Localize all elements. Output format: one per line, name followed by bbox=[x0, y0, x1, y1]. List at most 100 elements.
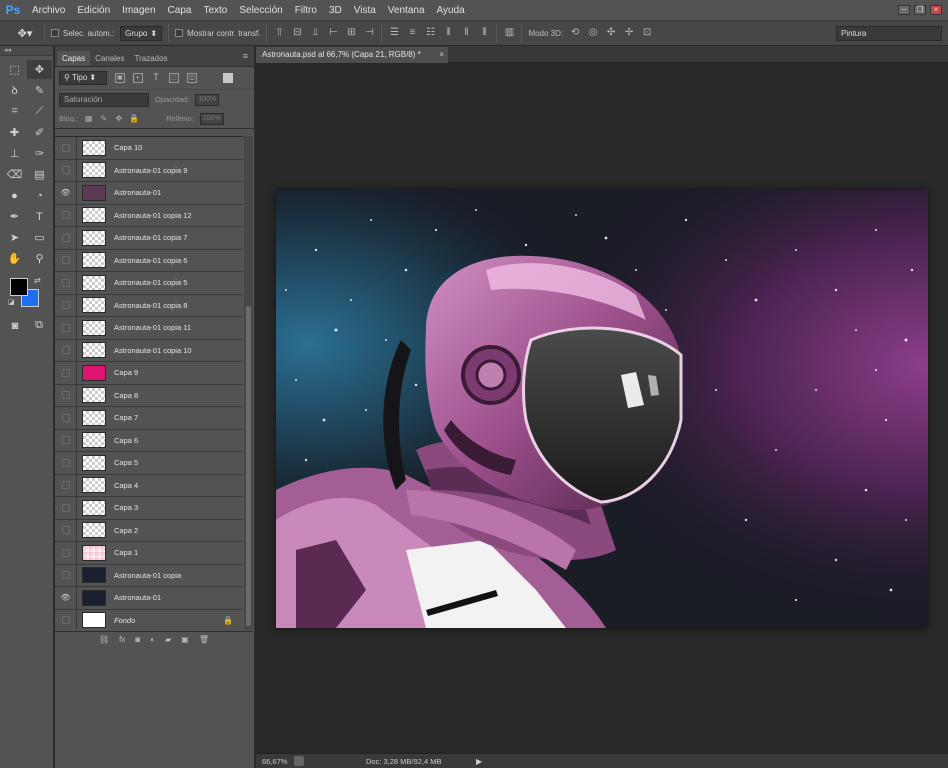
visibility-box[interactable] bbox=[61, 166, 70, 175]
eye-icon[interactable]: 👁 bbox=[55, 586, 77, 609]
close-icon[interactable]: × bbox=[930, 5, 942, 15]
visibility-toggle[interactable] bbox=[55, 384, 77, 407]
filter-type-select[interactable]: ⚲ Tipo ⬍ bbox=[59, 71, 107, 85]
visibility-box[interactable] bbox=[61, 323, 70, 332]
tab-channels[interactable]: Canales bbox=[90, 51, 129, 66]
history-brush-tool-icon[interactable]: ✑ bbox=[27, 144, 52, 163]
menu-item[interactable]: Vista bbox=[348, 0, 382, 21]
dodge-tool-icon[interactable]: ◔ bbox=[27, 186, 52, 205]
layer-row[interactable]: Astronauta-01 copia 6 bbox=[55, 249, 243, 272]
gradient-tool-icon[interactable]: ▤ bbox=[27, 165, 52, 184]
layer-thumbnail[interactable] bbox=[82, 589, 106, 606]
new-adjustment-icon[interactable]: ◐ bbox=[150, 635, 155, 644]
quick-selection-tool-icon[interactable]: ✎ bbox=[27, 81, 52, 100]
filter-shape-icon[interactable]: ⬚ bbox=[169, 73, 179, 83]
align-left-icon[interactable]: ⊢ bbox=[327, 27, 339, 39]
layer-thumbnail[interactable] bbox=[82, 297, 106, 314]
layer-style-icon[interactable]: fx bbox=[119, 635, 125, 644]
screen-mode-icon[interactable]: ⧉ bbox=[32, 316, 46, 335]
visibility-toggle[interactable] bbox=[55, 226, 77, 249]
rectangle-tool-icon[interactable]: ▭ bbox=[27, 228, 52, 247]
visibility-toggle[interactable] bbox=[55, 541, 77, 564]
visibility-box[interactable] bbox=[61, 368, 70, 377]
layer-thumbnail[interactable] bbox=[82, 499, 106, 516]
visibility-toggle[interactable] bbox=[55, 204, 77, 227]
visibility-toggle[interactable] bbox=[55, 519, 77, 542]
visibility-box[interactable] bbox=[61, 278, 70, 287]
distribute-left-icon[interactable]: ⦀ bbox=[442, 27, 454, 39]
auto-select-checkbox[interactable]: Selec. autom.: bbox=[51, 29, 114, 38]
layer-row[interactable]: Capa 3 bbox=[55, 496, 243, 520]
visibility-box[interactable] bbox=[61, 143, 70, 152]
type-tool-icon[interactable]: T bbox=[27, 207, 52, 226]
visibility-toggle[interactable] bbox=[55, 564, 77, 587]
roll-3d-icon[interactable]: ◎ bbox=[587, 27, 599, 39]
layer-row[interactable]: Astronauta-01 copia 5 bbox=[55, 271, 243, 295]
link-layers-icon[interactable]: ⛓ bbox=[99, 635, 109, 644]
minimize-icon[interactable]: – bbox=[898, 5, 910, 15]
layer-row[interactable]: Astronauta-01 copia 12 bbox=[55, 204, 243, 227]
visibility-toggle[interactable] bbox=[55, 316, 77, 339]
delete-layer-icon[interactable]: 🗑 bbox=[199, 635, 209, 644]
tab-layers[interactable]: Capas bbox=[57, 51, 91, 66]
layer-thumbnail[interactable] bbox=[82, 162, 106, 179]
new-layer-icon[interactable]: ▣ bbox=[181, 635, 189, 644]
show-transform-checkbox[interactable]: Mostrar contr. transf. bbox=[175, 29, 260, 38]
hand-tool-icon[interactable]: ✋ bbox=[2, 249, 27, 268]
close-tab-icon[interactable]: × bbox=[439, 47, 444, 63]
lock-pixels-icon[interactable]: ✎ bbox=[99, 114, 108, 123]
layer-row[interactable]: Astronauta-01 copia 11 bbox=[55, 316, 243, 340]
lasso-tool-icon[interactable]: ꝺ bbox=[2, 81, 27, 100]
zoom-level[interactable]: 66,67% bbox=[256, 757, 290, 766]
pen-tool-icon[interactable]: ✒ bbox=[2, 207, 27, 226]
visibility-toggle[interactable] bbox=[55, 474, 77, 497]
layer-thumbnail[interactable] bbox=[82, 567, 106, 584]
visibility-box[interactable] bbox=[61, 391, 70, 400]
visibility-toggle[interactable] bbox=[55, 429, 77, 452]
panel-grip-icon[interactable]: ◂◂ bbox=[0, 46, 53, 56]
visibility-box[interactable] bbox=[61, 526, 70, 535]
filter-pixel-icon[interactable]: ▣ bbox=[115, 73, 125, 83]
layer-thumbnail[interactable] bbox=[82, 139, 106, 156]
align-top-icon[interactable]: ⫪ bbox=[273, 27, 285, 39]
menu-item[interactable]: Archivo bbox=[26, 0, 71, 21]
layer-row[interactable]: Astronauta-01 copia 8 bbox=[55, 294, 243, 317]
layer-thumbnail[interactable] bbox=[82, 409, 106, 426]
fill-input[interactable]: 100% bbox=[199, 112, 224, 125]
layer-thumbnail[interactable] bbox=[82, 432, 106, 449]
visibility-toggle[interactable] bbox=[55, 271, 77, 294]
blend-mode-select[interactable]: Saturación bbox=[59, 92, 149, 107]
eye-icon[interactable]: 👁 bbox=[55, 181, 77, 204]
layer-row[interactable]: Capa 9 bbox=[55, 361, 243, 385]
layer-list-scrollbar[interactable] bbox=[244, 136, 253, 630]
quick-mask-icon[interactable]: ◙ bbox=[8, 316, 22, 335]
layer-thumbnail[interactable] bbox=[82, 387, 106, 404]
pan-3d-icon[interactable]: ✣ bbox=[605, 27, 617, 39]
layer-row[interactable]: Capa 2 bbox=[55, 519, 243, 542]
layer-thumbnail[interactable] bbox=[82, 477, 106, 494]
lock-position-icon[interactable]: ✥ bbox=[114, 114, 123, 123]
opacity-input[interactable]: 100% bbox=[195, 93, 220, 106]
visibility-box[interactable] bbox=[61, 458, 70, 467]
menu-item[interactable]: Capa bbox=[162, 0, 198, 21]
layer-thumbnail[interactable] bbox=[82, 522, 106, 539]
visibility-box[interactable] bbox=[61, 211, 70, 220]
visibility-toggle[interactable] bbox=[55, 137, 77, 159]
layer-row[interactable]: Capa 6 bbox=[55, 429, 243, 452]
marquee-tool-icon[interactable]: ⬚ bbox=[2, 60, 27, 79]
crop-tool-icon[interactable]: ⌗ bbox=[2, 102, 27, 121]
layer-thumbnail[interactable] bbox=[82, 274, 106, 291]
visibility-toggle[interactable] bbox=[55, 361, 77, 384]
align-right-icon[interactable]: ⊣ bbox=[363, 27, 375, 39]
layer-thumbnail[interactable] bbox=[82, 252, 106, 269]
workspace-select[interactable]: Pintura bbox=[836, 26, 942, 41]
layer-row[interactable]: 👁 Astronauta-01 bbox=[55, 181, 243, 205]
path-selection-tool-icon[interactable]: ➤ bbox=[2, 228, 27, 247]
auto-align-icon[interactable]: ▥ bbox=[503, 27, 515, 39]
align-hcenter-icon[interactable]: ⊞ bbox=[345, 27, 357, 39]
visibility-box[interactable] bbox=[61, 256, 70, 265]
move-tool-preset-icon[interactable]: ✥▾ bbox=[12, 24, 38, 42]
scrollbar-thumb[interactable] bbox=[246, 306, 251, 626]
filter-smart-object-icon[interactable]: ◫ bbox=[187, 73, 197, 83]
layer-thumbnail[interactable] bbox=[82, 544, 106, 561]
